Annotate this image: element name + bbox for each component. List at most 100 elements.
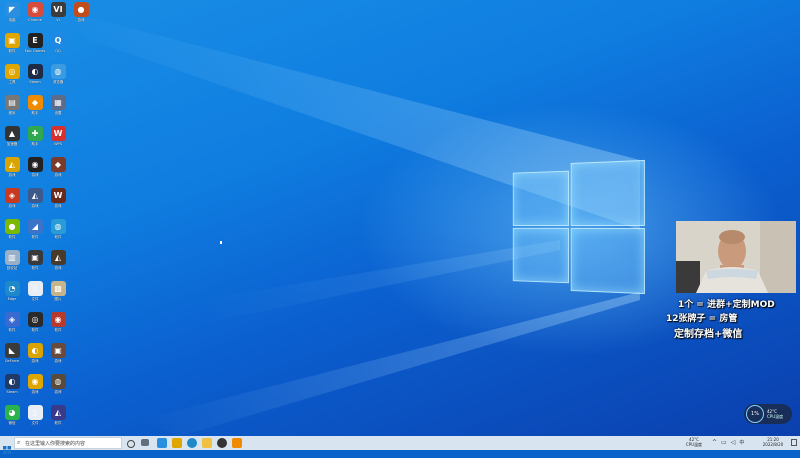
- desktop-shortcut-game-8[interactable]: ◭ 游戏: [46, 250, 70, 280]
- desktop-shortcut-epic-games[interactable]: E Epic Games: [23, 33, 47, 63]
- desktop-shortcut-label: 助手: [31, 111, 39, 115]
- desktop-shortcut-game-4[interactable]: ◆ 游戏: [46, 157, 70, 187]
- vscode-icon: ◤: [4, 2, 20, 17]
- taskbar-search-box[interactable]: ⌕ 在这里输入你要搜索的内容: [14, 437, 122, 449]
- ime-icon: 中: [739, 440, 745, 446]
- overlay-line-1: 1个 = 进群+定制MOD: [678, 300, 775, 310]
- tray-icons[interactable]: ^ ▭ ◁ 中: [712, 439, 744, 446]
- game-10-icon: ▣: [50, 343, 66, 358]
- desktop-shortcut-chrome[interactable]: ◉ Chrome: [23, 2, 47, 32]
- desktop-shortcut-accelerator[interactable]: ▲ 加速器: [0, 126, 24, 156]
- clock-date: 2022/8/20: [762, 442, 784, 447]
- desktop-shortcut-wechat[interactable]: ◕ 微信: [0, 405, 24, 435]
- desktop-shortcut-label: GeForce: [4, 359, 20, 363]
- desktop-shortcut-tool[interactable]: ◎ 工具: [0, 64, 24, 94]
- desktop-shortcut-game-12[interactable]: ◍ 游戏: [46, 374, 70, 404]
- desktop-shortcut-label: 软件: [8, 49, 16, 53]
- desktop-shortcut-app-5[interactable]: ▣ 软件: [23, 250, 47, 280]
- file-2-icon: ▯: [27, 405, 43, 420]
- desktop-shortcut-label: Steam: [6, 390, 18, 394]
- tool-icon: ◎: [4, 64, 20, 79]
- desktop-shortcut-app-4[interactable]: ◍ 软件: [46, 219, 70, 249]
- taskbar-app-2-icon[interactable]: [172, 438, 182, 448]
- program-icon: ▤: [4, 95, 20, 110]
- desktop-shortcut-vscode[interactable]: ◤ 电脑: [0, 2, 24, 32]
- desktop-shortcut-game-10[interactable]: ▣ 游戏: [46, 343, 70, 373]
- desktop-shortcut-assistant[interactable]: ◆ 助手: [23, 95, 47, 125]
- taskbar: ⌕ 在这里输入你要搜索的内容 42°C CPU温度 ^ ▭ ◁ 中 21:20 …: [0, 436, 800, 454]
- desktop-shortcut-app-8[interactable]: ◉ 软件: [46, 312, 70, 342]
- desktop-shortcut-app[interactable]: ▣ 软件: [0, 33, 24, 63]
- desktop-shortcut-file[interactable]: ▯ 文件: [23, 281, 47, 311]
- volume-icon: ◁: [730, 439, 736, 446]
- desktop-shortcut-steam-2[interactable]: ◐ Steam: [0, 374, 24, 404]
- taskbar-app-3-icon[interactable]: [217, 438, 227, 448]
- perf-badge: 1%: [746, 405, 764, 423]
- streamer-camera-icon: [676, 221, 796, 293]
- overlay-line-2: 12张牌子 = 房管: [666, 314, 738, 324]
- desktop-shortcut-edge[interactable]: ◔ Edge: [0, 281, 24, 311]
- desktop-shortcut-game-9[interactable]: ◐ 游戏: [23, 343, 47, 373]
- desktop-shortcut-game-7[interactable]: W 游戏: [46, 188, 70, 218]
- helper-icon: ✚: [27, 126, 43, 141]
- desktop-shortcut-label: 助手: [31, 142, 39, 146]
- weather-widget[interactable]: 42°C CPU温度: [682, 437, 706, 447]
- desktop-shortcut-browser[interactable]: ◍ 浏览器: [46, 64, 70, 94]
- desktop-shortcut-label: 游戏: [8, 173, 16, 177]
- desktop-shortcut-file-2[interactable]: ▯ 文件: [23, 405, 47, 435]
- desktop-shortcut-app-9[interactable]: ◭ 软件: [46, 405, 70, 435]
- taskbar-app-1-icon[interactable]: [157, 438, 167, 448]
- game-5-icon: ◈: [4, 188, 20, 203]
- desktop-shortcut-label: Edge: [7, 297, 17, 301]
- desktop-shortcut-recycle-bin[interactable]: ▥ 回收站: [0, 250, 24, 280]
- notification-icon[interactable]: [791, 439, 797, 446]
- wallpaper-light-beams: [60, 10, 640, 436]
- task-view-icon[interactable]: [141, 439, 149, 446]
- desktop-shortcut-label: 软件: [8, 328, 16, 332]
- desktop-shortcut-game-6[interactable]: ◭ 游戏: [23, 188, 47, 218]
- desktop-shortcut-app-3[interactable]: ◢ 软件: [23, 219, 47, 249]
- system-clock[interactable]: 21:20 2022/8/20: [758, 437, 788, 447]
- game-icon: ●: [73, 2, 89, 17]
- search-icon: ⌕: [17, 439, 21, 446]
- desktop-shortcut-settings[interactable]: ▦ 设置: [46, 95, 70, 125]
- desktop-shortcut-game[interactable]: ● 游戏: [69, 2, 93, 32]
- desktop-shortcut-label: 图片: [54, 297, 62, 301]
- settings-icon: ▦: [50, 95, 66, 110]
- file-icon: ▯: [27, 281, 43, 296]
- desktop-shortcut-nvidia[interactable]: ◣ GeForce: [0, 343, 24, 373]
- desktop-shortcut-game-5[interactable]: ◈ 游戏: [0, 188, 24, 218]
- desktop-shortcut-helper[interactable]: ✚ 助手: [23, 126, 47, 156]
- chrome-icon: ◉: [27, 2, 43, 17]
- desktop-shortcut-game-11[interactable]: ◉ 游戏: [23, 374, 47, 404]
- search-placeholder: 在这里输入你要搜索的内容: [25, 440, 86, 447]
- taskbar-edge-icon[interactable]: [187, 438, 197, 448]
- desktop-shortcut-wps[interactable]: W WPS: [46, 126, 70, 156]
- desktop-shortcut-label: QQ: [55, 49, 61, 53]
- desktop-shortcut-image[interactable]: ▩ 图片: [46, 281, 70, 311]
- desktop-shortcut-vi[interactable]: VI VI: [46, 2, 70, 32]
- desktop-shortcut-label: Chrome: [28, 18, 42, 22]
- cortana-icon[interactable]: [127, 440, 135, 448]
- desktop-shortcut-label: 加速器: [6, 142, 18, 146]
- performance-widget[interactable]: 1% 42°C CPU温度: [744, 404, 792, 424]
- desktop-shortcut-app-7[interactable]: ◎ 软件: [23, 312, 47, 342]
- game-6-icon: ◭: [27, 188, 43, 203]
- app-icon: ▣: [4, 33, 20, 48]
- start-button[interactable]: [3, 439, 11, 454]
- desktop-shortcut-app-2[interactable]: ● 软件: [0, 219, 24, 249]
- steam-2-icon: ◐: [4, 374, 20, 389]
- desktop-shortcut-steam[interactable]: ◐ Steam: [23, 64, 47, 94]
- desktop-shortcut-app-6[interactable]: ◈ 软件: [0, 312, 24, 342]
- chevron-up-icon: ^: [712, 439, 718, 446]
- taskbar-app-4-icon[interactable]: [232, 438, 242, 448]
- desktop-shortcut-qq[interactable]: Q QQ: [46, 33, 70, 63]
- taskbar-file-explorer-icon[interactable]: [202, 438, 212, 448]
- steam-icon: ◐: [27, 64, 43, 79]
- desktop-shortcut-label: 软件: [54, 328, 62, 332]
- game-2-icon: ◭: [4, 157, 20, 172]
- desktop-shortcut-program[interactable]: ▤ 程序: [0, 95, 24, 125]
- desktop-shortcut-label: 游戏: [54, 390, 62, 394]
- desktop-shortcut-game-3[interactable]: ◉ 游戏: [23, 157, 47, 187]
- desktop-shortcut-game-2[interactable]: ◭ 游戏: [0, 157, 24, 187]
